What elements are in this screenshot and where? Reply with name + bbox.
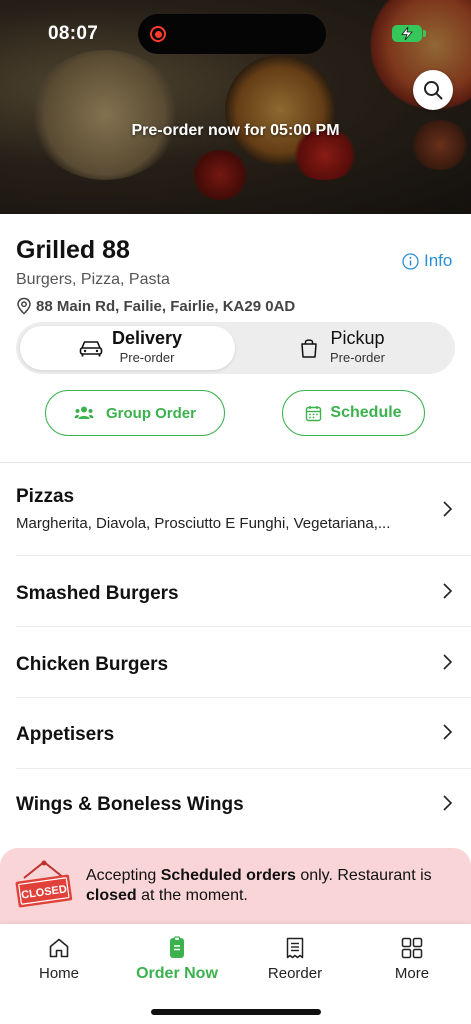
category-row-chicken-burgers[interactable]: Chicken Burgers [0, 627, 471, 698]
chevron-right-icon [443, 583, 453, 599]
pickup-label: Pickup [330, 328, 385, 348]
chevron-right-icon [443, 795, 453, 811]
restaurant-cuisine: Burgers, Pizza, Pasta [16, 271, 170, 288]
info-link[interactable]: Info [402, 251, 452, 271]
address-text: 88 Main Rd, Failie, Fairlie, KA29 0AD [36, 297, 296, 315]
schedule-label: Schedule [330, 404, 402, 421]
schedule-button[interactable]: Schedule [282, 390, 425, 436]
info-label: Info [424, 251, 453, 270]
category-name: Smashed Burgers [16, 583, 179, 604]
restaurant-page: 08:07 Pre-order now for 05:00 PM Grilled… [0, 0, 471, 1024]
category-description: Margherita, Diavola, Prosciutto E Funghi… [16, 515, 391, 532]
info-icon [402, 252, 419, 270]
search-icon [424, 81, 443, 100]
chevron-right-icon [443, 654, 453, 670]
restaurant-address: 88 Main Rd, Failie, Fairlie, KA29 0AD [16, 297, 295, 315]
tab-order-now[interactable]: Order Now [118, 936, 236, 983]
calendar-icon [306, 405, 322, 421]
delivery-option[interactable]: Delivery Pre-order [20, 326, 235, 370]
recording-indicator-icon [150, 26, 166, 42]
tab-reorder[interactable]: Reorder [236, 936, 354, 982]
chevron-right-icon [443, 501, 453, 517]
category-name: Wings & Boneless Wings [16, 794, 244, 815]
pickup-option[interactable]: Pickup Pre-order [242, 326, 451, 370]
closed-text-part: Accepting [86, 867, 161, 884]
closed-text-bold: Scheduled orders [160, 867, 296, 884]
tab-label: Reorder [267, 965, 323, 982]
category-row-pizzas[interactable]: Pizzas Margherita, Diavola, Prosciutto E… [0, 463, 471, 556]
pickup-sub-label: Pre-order [330, 349, 385, 365]
restaurant-name: Grilled 88 [16, 236, 130, 264]
group-order-button[interactable]: Group Order [45, 390, 225, 436]
search-button[interactable] [413, 70, 453, 110]
category-row-smashed-burgers[interactable]: Smashed Burgers [0, 556, 471, 627]
dynamic-island [138, 14, 326, 54]
hero-image: 08:07 Pre-order now for 05:00 PM [0, 0, 471, 214]
tab-more[interactable]: More [353, 936, 471, 982]
group-icon [74, 406, 94, 419]
delivery-sub-label: Pre-order [119, 349, 175, 365]
category-row-wings[interactable]: Wings & Boneless Wings [0, 769, 471, 839]
closed-text-part: only. Restaurant is [295, 867, 432, 884]
home-icon [49, 938, 69, 958]
tab-label: More [394, 965, 430, 982]
category-name: Chicken Burgers [16, 654, 169, 675]
closed-text-bold: closed [86, 887, 137, 904]
battery-charging-icon [392, 25, 426, 42]
receipt-icon [286, 937, 304, 959]
closed-notice-text: Accepting Scheduled orders only. Restaur… [86, 866, 456, 906]
category-row-appetisers[interactable]: Appetisers [0, 698, 471, 769]
closed-sign-icon: CLOSED [15, 860, 73, 908]
closed-text-part: at the moment. [136, 887, 248, 904]
home-indicator[interactable] [151, 1009, 321, 1015]
car-icon [79, 341, 103, 357]
category-name: Pizzas [16, 486, 75, 507]
tab-label: Home [38, 965, 79, 982]
status-time: 08:07 [48, 23, 99, 44]
tab-label: Order Now [136, 965, 218, 982]
group-order-label: Group Order [105, 404, 196, 422]
location-pin-icon [17, 297, 31, 315]
delivery-label: Delivery [112, 328, 183, 348]
order-icon [170, 936, 184, 958]
chevron-right-icon [443, 724, 453, 740]
shopping-bag-icon [301, 339, 317, 358]
category-name: Appetisers [16, 724, 115, 745]
delivery-pickup-toggle: Delivery Pre-order Pickup Pre-order [16, 322, 455, 374]
grid-icon [401, 937, 423, 959]
preorder-banner: Pre-order now for 05:00 PM [131, 122, 340, 139]
tab-home[interactable]: Home [0, 936, 118, 982]
